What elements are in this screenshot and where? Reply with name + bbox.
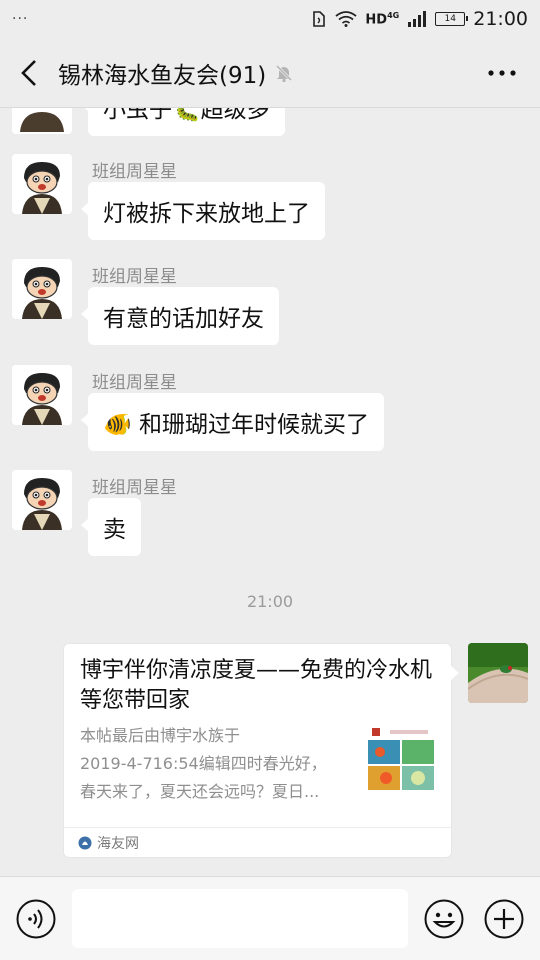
message-text: 🐠 和珊瑚过年时候就买了 — [103, 412, 369, 438]
avatar[interactable] — [12, 365, 72, 425]
avatar[interactable] — [468, 643, 528, 703]
battery-level: 14 — [444, 14, 456, 24]
link-card-desc: 本帖最后由博宇水族于 2019-4-716:54编辑四时春光好， 春天来了，夏天… — [80, 722, 352, 806]
link-card-source: 海友网 — [64, 827, 451, 857]
sender-name: 班组周星星 — [92, 162, 177, 182]
message-text: 有意的话加好友 — [103, 306, 264, 332]
link-card-desc-line: 本帖最后由博宇水族于 — [80, 726, 241, 745]
message-text: 小虫子🐛超级多 — [103, 108, 270, 123]
nfc-icon — [313, 11, 326, 27]
avatar[interactable] — [12, 259, 72, 319]
sender-name: 班组周星星 — [92, 267, 177, 287]
status-right: HD4G 14 21:00 — [311, 8, 528, 30]
network-label: HD — [365, 12, 388, 28]
more-button[interactable] — [488, 38, 516, 108]
message-bubble[interactable]: 有意的话加好友 — [81, 287, 279, 345]
emoji-button[interactable] — [424, 899, 464, 939]
battery-icon: 14 — [435, 12, 469, 26]
chat-title: 锡林海水鱼友会(91) — [58, 62, 267, 89]
status-bar: ··· HD4G 14 21:00 — [0, 0, 540, 38]
network-sup: 4G — [387, 10, 400, 20]
status-time: 21:00 — [473, 8, 528, 30]
message-bubble[interactable]: 卖 — [81, 498, 141, 556]
plus-button[interactable] — [484, 899, 524, 939]
message-bubble[interactable]: 🐠 和珊瑚过年时候就买了 — [81, 393, 384, 451]
wifi-icon — [335, 11, 357, 27]
chat-area[interactable]: 小虫子🐛超级多 班组周星星 灯被拆下来放地上了 班组周星星 有意的话加好友 班组… — [0, 108, 540, 876]
signal-icon — [408, 11, 427, 27]
chat-header: 锡林海水鱼友会(91) — [0, 38, 540, 108]
back-button[interactable] — [0, 38, 58, 108]
sender-name: 班组周星星 — [92, 478, 177, 498]
message-bubble[interactable]: 小虫子🐛超级多 — [81, 108, 285, 136]
chevron-left-icon — [21, 59, 36, 86]
voice-button[interactable] — [16, 899, 56, 939]
avatar[interactable] — [12, 154, 72, 214]
link-card-desc-line: 2019-4-716:54编辑四时春光好， — [80, 754, 327, 773]
avatar[interactable] — [12, 108, 72, 134]
message-text: 卖 — [103, 517, 126, 543]
avatar[interactable] — [12, 470, 72, 530]
haiyou-logo-icon — [78, 836, 92, 849]
message-input[interactable] — [72, 889, 408, 948]
message-bubble[interactable]: 灯被拆下来放地上了 — [81, 182, 325, 240]
sender-name: 班组周星星 — [92, 373, 177, 393]
link-card-source-label: 海友网 — [97, 835, 139, 852]
status-dots: ··· — [12, 11, 29, 27]
plus-icon — [484, 899, 524, 939]
link-card-desc-line: 春天来了，夏天还会远吗？夏日... — [80, 782, 320, 801]
emoji-icon — [424, 899, 464, 939]
article-thumbnail-icon — [366, 726, 436, 798]
link-card[interactable]: 博宇伴你清凉度夏——免费的冷水机等您带回家 本帖最后由博宇水族于 2019-4-… — [63, 643, 459, 858]
more-dots-icon — [488, 70, 516, 76]
time-divider: 21:00 — [246, 592, 294, 611]
message-text: 灯被拆下来放地上了 — [103, 201, 310, 227]
link-card-title: 博宇伴你清凉度夏——免费的冷水机等您带回家 — [80, 658, 433, 713]
voice-icon — [16, 899, 56, 939]
input-bar — [0, 876, 540, 960]
bell-muted-icon — [274, 63, 294, 83]
